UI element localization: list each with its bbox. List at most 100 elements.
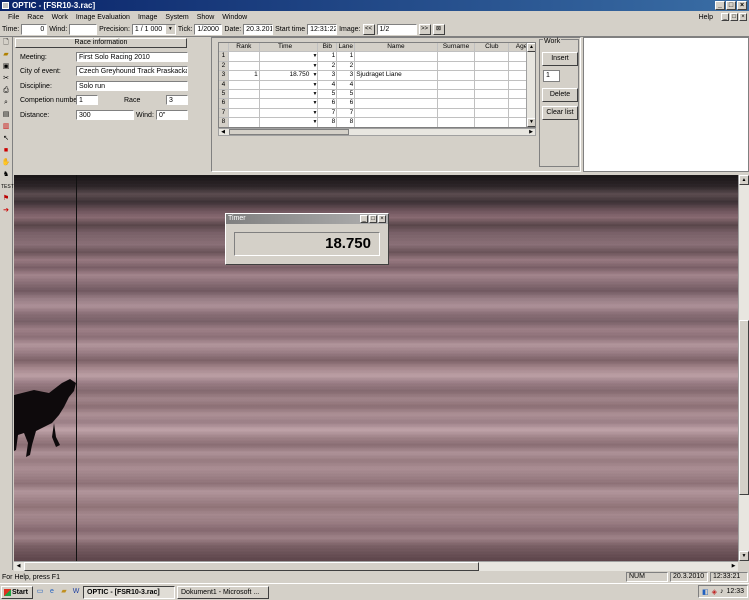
col-header-lane[interactable]: Lane <box>337 43 356 52</box>
wind-field[interactable] <box>69 24 98 35</box>
hand-icon[interactable]: ✋ <box>1 158 11 168</box>
timer-maximize-button[interactable]: □ <box>369 215 377 223</box>
stop-icon[interactable]: ■ <box>1 146 11 156</box>
col-header-rank[interactable]: Rank <box>228 43 260 52</box>
scroll-up-arrow-icon[interactable]: ▲ <box>527 43 535 52</box>
menu-help[interactable]: Help <box>695 14 717 21</box>
menu-show[interactable]: Show <box>193 14 219 21</box>
lane-cell[interactable]: 4 <box>337 80 356 89</box>
pointer-icon[interactable]: ↖ <box>1 134 11 144</box>
image-scroll-left-icon[interactable]: ◀ <box>14 562 23 571</box>
tray-network-icon[interactable]: ◧ <box>702 588 709 596</box>
club-cell[interactable] <box>475 52 510 61</box>
timer-minimize-button[interactable]: _ <box>360 215 368 223</box>
surname-cell[interactable] <box>438 80 476 89</box>
task-optic[interactable]: OPTIC - [FSR10-3.rac] <box>83 585 175 599</box>
lane-cell[interactable]: 7 <box>337 108 356 118</box>
name-cell[interactable] <box>355 89 438 99</box>
time-field[interactable]: 0 <box>21 24 48 35</box>
image-vertical-scrollbar[interactable]: ▲ ▼ <box>738 175 749 561</box>
menu-window[interactable]: Window <box>218 14 251 21</box>
lane-cell[interactable]: 1 <box>337 52 356 61</box>
surname-cell[interactable] <box>438 99 476 108</box>
menu-race[interactable]: Race <box>23 14 47 21</box>
timer-close-button[interactable]: × <box>378 215 386 223</box>
competition-field[interactable]: 1 <box>76 95 98 105</box>
image-scroll-down-icon[interactable]: ▼ <box>739 551 749 561</box>
table-row[interactable]: 6 ▼ 6 6 <box>219 99 535 109</box>
row-spinner[interactable]: 1 <box>543 70 560 82</box>
menu-image[interactable]: Image <box>134 14 161 21</box>
rank-cell[interactable]: 1 <box>229 71 260 80</box>
time-dropdown-icon[interactable]: ▼ <box>312 62 317 70</box>
lane-cell[interactable]: 5 <box>337 89 356 99</box>
start-time-field[interactable]: 12:31:22 <box>307 24 338 35</box>
rank-cell[interactable] <box>229 89 260 99</box>
camera-icon[interactable]: ▤ <box>1 110 11 120</box>
word-icon[interactable]: W <box>71 587 81 597</box>
start-button[interactable]: Start <box>1 585 33 599</box>
city-field[interactable]: Czech Greyhound Track Praskacka <box>76 66 188 76</box>
minimize-button[interactable]: _ <box>715 1 725 10</box>
grid-vertical-scrollbar[interactable]: ▲ ▼ <box>526 43 535 127</box>
save-icon[interactable]: ▣ <box>1 62 11 72</box>
table-row[interactable]: 2 ▼ 2 2 <box>219 61 535 72</box>
lane-cell[interactable]: 8 <box>337 118 356 127</box>
image-scroll-right-icon[interactable]: ▶ <box>729 562 738 571</box>
close-button[interactable]: × <box>737 1 747 10</box>
cut-icon[interactable]: ✂ <box>1 74 11 84</box>
surname-cell[interactable] <box>438 108 476 118</box>
col-header-name[interactable]: Name <box>355 43 438 52</box>
distance-field[interactable]: 300 <box>76 110 134 120</box>
lane-cell[interactable]: 2 <box>337 61 356 71</box>
race-field[interactable]: 3 <box>166 95 188 105</box>
rank-cell[interactable] <box>229 118 260 127</box>
rank-cell[interactable] <box>229 80 260 89</box>
runner-icon[interactable]: ⚑ <box>1 194 11 204</box>
menu-work[interactable]: Work <box>48 14 72 21</box>
surname-cell[interactable] <box>438 71 476 80</box>
tray-shield-icon[interactable]: ◈ <box>712 588 717 596</box>
bib-cell[interactable]: 5 <box>318 89 338 99</box>
rank-cell[interactable] <box>229 52 260 61</box>
show-desktop-icon[interactable]: ▭ <box>35 587 45 597</box>
club-cell[interactable] <box>475 80 510 89</box>
precision-select[interactable]: 1 / 1 000 <box>131 24 176 35</box>
bib-cell[interactable]: 6 <box>318 99 338 108</box>
bib-cell[interactable]: 2 <box>318 61 338 71</box>
finish-line-cursor[interactable] <box>76 175 77 561</box>
time-dropdown-icon[interactable]: ▼ <box>312 109 317 117</box>
maximize-button[interactable]: □ <box>726 1 736 10</box>
time-dropdown-icon[interactable]: ▼ <box>312 71 317 79</box>
print-icon[interactable]: ⎙ <box>1 86 11 96</box>
image-field[interactable]: 1/2 <box>376 24 417 35</box>
scroll-right-arrow-icon[interactable]: ▶ <box>527 129 535 135</box>
race-information-header[interactable]: Race information <box>15 38 187 48</box>
tray-volume-icon[interactable]: ♪ <box>720 588 724 595</box>
task-word-document[interactable]: Dokument1 - Microsoft ... <box>177 585 269 599</box>
bib-cell[interactable]: 7 <box>318 108 338 118</box>
time-cell[interactable]: ▼ <box>260 61 319 71</box>
club-cell[interactable] <box>475 61 510 71</box>
club-cell[interactable] <box>475 71 510 80</box>
surname-cell[interactable] <box>438 118 476 127</box>
scroll-left-arrow-icon[interactable]: ◀ <box>219 129 227 135</box>
name-cell[interactable]: Sjudraget Liane <box>355 71 438 80</box>
image-hscroll-thumb[interactable] <box>24 562 479 571</box>
timer-window[interactable]: Timer _ □ × 18.750 <box>225 213 389 265</box>
name-cell[interactable] <box>355 52 438 61</box>
col-header-club[interactable]: Club <box>475 43 510 52</box>
delete-button[interactable]: Delete <box>542 88 578 102</box>
col-header-surname[interactable]: Surname <box>437 43 476 52</box>
open-icon[interactable]: ▰ <box>1 50 11 60</box>
name-cell[interactable] <box>355 108 438 118</box>
menu-file[interactable]: File <box>4 14 23 21</box>
date-field[interactable]: 20.3.201 <box>243 24 274 35</box>
club-cell[interactable] <box>475 99 510 108</box>
bib-cell[interactable]: 1 <box>318 52 338 61</box>
bib-cell[interactable]: 3 <box>318 71 338 80</box>
wind-info-field[interactable]: 0" <box>156 110 188 120</box>
close-image-button[interactable]: ⊠ <box>432 24 445 35</box>
bib-cell[interactable]: 8 <box>318 118 338 127</box>
ie-icon[interactable]: e <box>47 587 57 597</box>
